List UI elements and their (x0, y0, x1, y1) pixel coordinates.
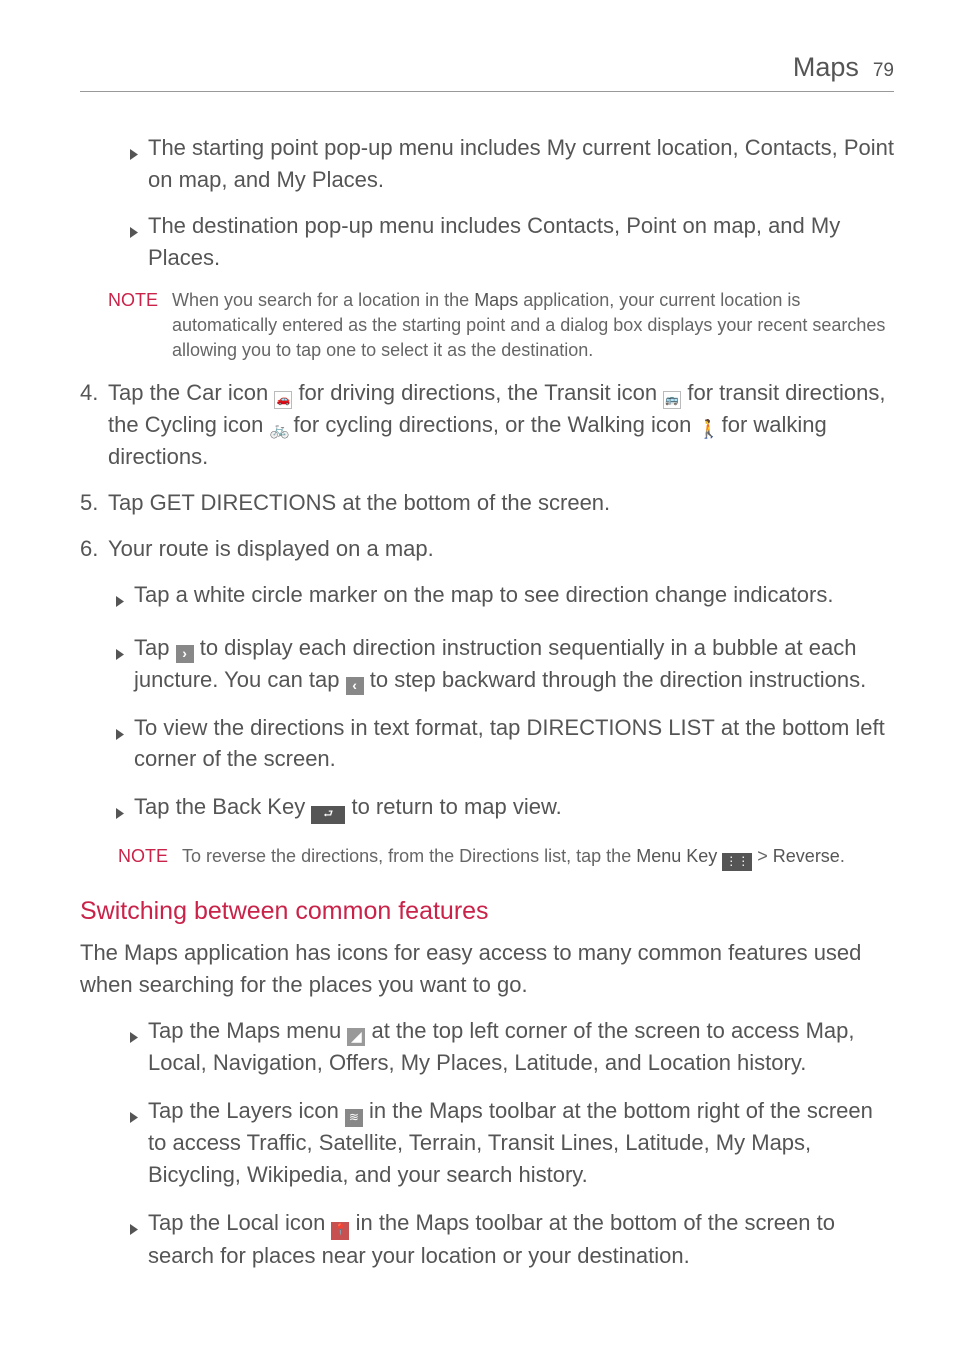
walking-icon: 🚶 (697, 421, 715, 439)
triangle-bullet-icon (130, 1100, 142, 1191)
feature-bullet-maps-menu: Tap the Maps menu ◢ at the top left corn… (130, 1015, 894, 1079)
menu-key-icon: ⋮⋮ (722, 853, 752, 871)
triangle-bullet-icon (116, 584, 130, 616)
triangle-bullet-icon (116, 637, 130, 696)
triangle-bullet-icon (130, 215, 142, 274)
step-num: 5. (80, 487, 108, 519)
step-4: 4. Tap the Car icon 🚗 for driving direct… (80, 377, 894, 473)
triangle-bullet-icon (116, 717, 130, 776)
cycling-icon: 🚲 (269, 422, 287, 440)
note-label: NOTE (108, 288, 158, 364)
chevron-right-icon: › (176, 645, 194, 663)
sub-bullet-step-directions: Tap › to display each direction instruct… (116, 632, 894, 696)
feature-bullet-layers: Tap the Layers icon ≋ in the Maps toolba… (130, 1095, 894, 1191)
triangle-bullet-icon (116, 796, 130, 828)
layers-icon: ≋ (345, 1109, 363, 1127)
feature-bullet-local: Tap the Local icon 📍 in the Maps toolbar… (130, 1207, 894, 1272)
bullet-destination: The destination pop-up menu includes Con… (130, 210, 894, 274)
page-header: Maps 79 (80, 48, 894, 92)
note-reverse-directions: NOTE To reverse the directions, from the… (118, 844, 894, 871)
note-search-location: NOTE When you search for a location in t… (108, 288, 894, 364)
header-title: Maps (793, 48, 859, 87)
triangle-bullet-icon (130, 137, 142, 196)
step-num: 4. (80, 377, 108, 473)
section-heading-switching: Switching between common features (80, 893, 894, 929)
back-key-icon: ⮐ (311, 806, 345, 824)
sub-bullet-white-circle: Tap a white circle marker on the map to … (116, 579, 894, 616)
step-5: 5. Tap GET DIRECTIONS at the bottom of t… (80, 487, 894, 519)
car-icon: 🚗 (274, 391, 292, 409)
sub-bullet-back-key: Tap the Back Key ⮐ to return to map view… (116, 791, 894, 828)
transit-icon: 🚌 (663, 391, 681, 409)
section-intro: The Maps application has icons for easy … (80, 937, 894, 1001)
chevron-left-icon: ‹ (346, 677, 364, 695)
sub-bullet-directions-list: To view the directions in text format, t… (116, 712, 894, 776)
step-num: 6. (80, 533, 108, 565)
page-number: 79 (873, 57, 894, 85)
note-label: NOTE (118, 844, 168, 871)
local-pin-icon: 📍 (331, 1222, 349, 1240)
triangle-bullet-icon (130, 1020, 142, 1079)
bullet-start-point: The starting point pop-up menu includes … (130, 132, 894, 196)
triangle-bullet-icon (130, 1212, 142, 1272)
maps-menu-icon: ◢ (347, 1028, 365, 1046)
step-6: 6. Your route is displayed on a map. (80, 533, 894, 565)
